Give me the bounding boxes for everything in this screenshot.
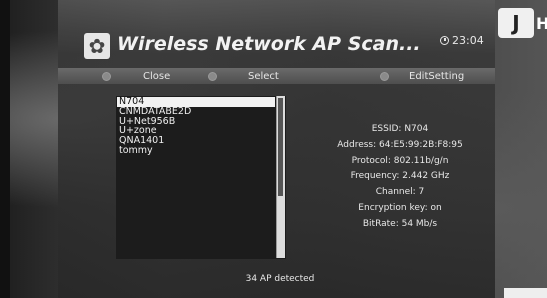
- corner-patch: [504, 288, 547, 298]
- ap-detected-status: 34 AP detected: [245, 274, 315, 284]
- protocol-text: Protocol: 802.11b/g/n: [351, 155, 449, 166]
- blue-key-icon: [380, 71, 389, 81]
- select-label: Select: [248, 70, 279, 82]
- ap-details: ESSID: N704 Address: 64:E5:99:2B:F8:95 P…: [318, 122, 482, 233]
- channel-logo-letter: H: [536, 14, 547, 33]
- red-key-icon: [102, 71, 111, 81]
- clock-icon: [440, 36, 449, 45]
- channel-logo-icon: J: [498, 8, 534, 38]
- gear-icon: ✿: [84, 33, 110, 59]
- ap-list-items: N704 CNMDATABE2D U+Net956B U+zone QNA1401 tom…: [117, 97, 275, 156]
- close-button[interactable]: Close: [102, 68, 170, 84]
- close-label: Close: [143, 70, 171, 82]
- clock-time: 23:04: [452, 34, 484, 47]
- essid-text: ESSID: N704: [371, 124, 429, 134]
- green-key-icon: [208, 71, 217, 81]
- frequency-text: Frequency: 2.442 GHz: [350, 171, 450, 182]
- encryption-text: Encryption key: on: [358, 202, 442, 213]
- bitrate-text: BitRate: 54 Mb/s: [362, 218, 438, 229]
- edit-setting-button[interactable]: EditSetting: [380, 68, 464, 84]
- screen-frame-left: [0, 0, 10, 298]
- edit-setting-label: EditSetting: [409, 70, 465, 82]
- list-item[interactable]: tommy: [117, 146, 275, 156]
- ap-list-scrollbar[interactable]: [276, 96, 285, 258]
- address-text: Address: 64:E5:99:2B:F8:95: [337, 139, 463, 150]
- page-title: Wireless Network AP Scan...: [117, 33, 421, 55]
- scrollbar-thumb[interactable]: [278, 98, 283, 196]
- button-bar: Close Select EditSetting: [58, 68, 495, 84]
- select-button[interactable]: Select: [208, 68, 279, 84]
- clock: 23:04: [440, 34, 484, 47]
- channel-text: Channel: 7: [375, 187, 425, 198]
- ap-list[interactable]: N704 CNMDATABE2D U+Net956B U+zone QNA1401 tom…: [116, 96, 286, 259]
